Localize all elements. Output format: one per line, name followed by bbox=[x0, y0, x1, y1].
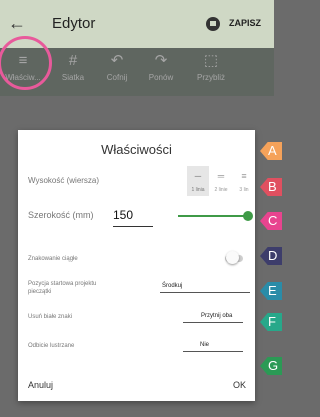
height-label: Wysokość (wiersza) bbox=[28, 176, 100, 185]
redo-label: Ponów bbox=[148, 73, 174, 82]
width-label: Szerokość (mm) bbox=[28, 210, 94, 220]
height-option-label: 2 linie bbox=[214, 187, 228, 193]
zoom-button[interactable]: ⬚ Przybliż bbox=[190, 50, 232, 92]
mirror-label: Odbicie lustrzane bbox=[28, 343, 75, 349]
width-slider[interactable] bbox=[178, 215, 245, 217]
ok-button[interactable]: OK bbox=[233, 380, 246, 390]
height-option-1[interactable]: ─ 1 linia bbox=[187, 166, 209, 196]
remove-white-label: Usuń białe znaki bbox=[28, 314, 73, 320]
start-position-label: Pozycja startowa projektu pieczątki bbox=[28, 281, 97, 295]
width-underline bbox=[113, 226, 153, 227]
marker-g: G bbox=[260, 357, 282, 375]
mirror-underline bbox=[183, 351, 243, 352]
save-button[interactable]: ZAPISZ bbox=[229, 18, 261, 28]
grid-icon: # bbox=[68, 52, 78, 69]
continuous-label: Znakowanie ciągłe bbox=[28, 256, 78, 262]
marker-b: B bbox=[260, 178, 282, 196]
back-arrow-icon[interactable]: ← bbox=[8, 13, 26, 34]
remove-white-select[interactable]: Przytnij oba bbox=[201, 313, 232, 319]
marker-e: E bbox=[260, 282, 282, 300]
marker-f: F bbox=[260, 313, 282, 331]
grid-button[interactable]: # Siatka bbox=[56, 50, 90, 92]
continuous-toggle-knob[interactable] bbox=[226, 251, 239, 264]
page-title: Edytor bbox=[52, 15, 96, 32]
height-option-2[interactable]: ═ 2 linie bbox=[210, 166, 232, 196]
redo-icon: ↷ bbox=[154, 52, 168, 69]
remove-white-underline bbox=[183, 322, 243, 323]
marker-d: D bbox=[260, 247, 282, 265]
highlight-circle bbox=[0, 36, 52, 90]
redo-button[interactable]: ↷ Ponów bbox=[144, 50, 178, 92]
two-lines-icon: ═ bbox=[217, 171, 225, 181]
three-lines-icon: ≡ bbox=[241, 171, 247, 181]
undo-icon: ↶ bbox=[110, 52, 124, 69]
marker-c: C bbox=[260, 212, 282, 230]
height-option-label: 3 lin bbox=[239, 187, 249, 193]
height-option-3[interactable]: ≡ 3 lin bbox=[233, 166, 255, 196]
properties-dialog: Właściwości Wysokość (wiersza) ─ 1 linia… bbox=[18, 130, 255, 401]
grid-label: Siatka bbox=[61, 73, 85, 82]
start-position-underline bbox=[160, 292, 250, 293]
one-line-icon: ─ bbox=[194, 171, 202, 181]
start-position-select[interactable]: Środkuj bbox=[162, 283, 182, 289]
undo-button[interactable]: ↶ Cofnij bbox=[100, 50, 134, 92]
zoom-frame-icon: ⬚ bbox=[203, 52, 219, 69]
zoom-label: Przybliż bbox=[196, 73, 225, 82]
height-option-label: 1 linia bbox=[191, 187, 205, 193]
dialog-title: Właściwości bbox=[101, 142, 172, 157]
marker-a: A bbox=[260, 142, 282, 160]
cancel-button[interactable]: Anuluj bbox=[28, 380, 53, 390]
mirror-select[interactable]: Nie bbox=[200, 342, 209, 348]
width-input[interactable]: 150 bbox=[113, 208, 133, 222]
disk-icon[interactable] bbox=[206, 17, 220, 31]
undo-label: Cofnij bbox=[106, 73, 128, 82]
width-slider-thumb[interactable] bbox=[243, 211, 253, 221]
